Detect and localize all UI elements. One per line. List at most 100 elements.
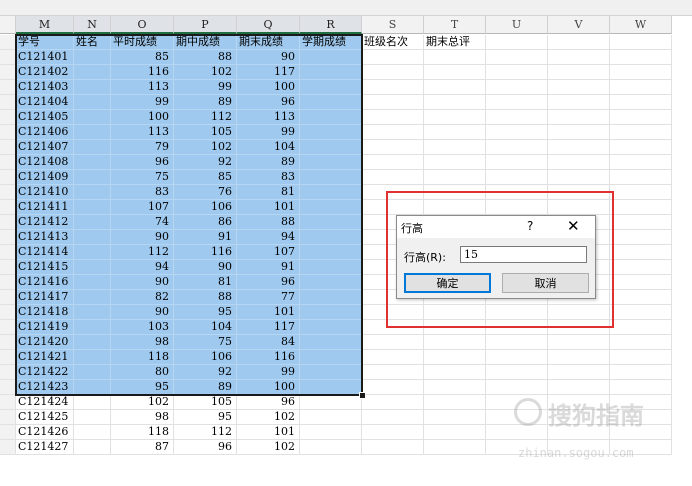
table-cell[interactable]: C121406 (16, 125, 74, 140)
column-header-o[interactable]: O (111, 16, 174, 34)
table-cell[interactable] (300, 440, 362, 455)
table-cell[interactable] (362, 155, 424, 170)
table-cell[interactable]: 101 (237, 200, 300, 215)
table-cell[interactable] (486, 50, 548, 65)
table-cell[interactable] (362, 425, 424, 440)
table-cell[interactable] (74, 320, 111, 335)
row-header[interactable] (0, 260, 16, 275)
table-cell[interactable]: 85 (174, 170, 237, 185)
table-cell[interactable]: 86 (174, 215, 237, 230)
table-cell[interactable] (548, 335, 610, 350)
table-cell[interactable] (300, 65, 362, 80)
row-header[interactable] (0, 395, 16, 410)
table-cell[interactable] (74, 110, 111, 125)
table-cell[interactable]: 100 (237, 80, 300, 95)
table-cell[interactable] (74, 380, 111, 395)
header-cell[interactable]: 平时成绩 (111, 35, 174, 50)
table-cell[interactable] (486, 80, 548, 95)
row-header[interactable] (0, 185, 16, 200)
table-cell[interactable]: C121421 (16, 350, 74, 365)
table-cell[interactable] (300, 425, 362, 440)
table-cell[interactable]: 80 (111, 365, 174, 380)
table-cell[interactable]: 99 (174, 80, 237, 95)
column-header-n[interactable]: N (74, 16, 111, 34)
table-cell[interactable] (610, 80, 672, 95)
header-cell[interactable]: 姓名 (74, 35, 111, 50)
table-cell[interactable] (362, 80, 424, 95)
table-cell[interactable] (486, 125, 548, 140)
table-cell[interactable]: C121427 (16, 440, 74, 455)
table-cell[interactable]: C121414 (16, 245, 74, 260)
row-header[interactable] (0, 230, 16, 245)
table-cell[interactable]: 107 (111, 200, 174, 215)
table-cell[interactable] (548, 380, 610, 395)
select-all-corner[interactable] (0, 16, 16, 34)
row-header[interactable] (0, 95, 16, 110)
table-cell[interactable] (300, 260, 362, 275)
table-cell[interactable]: 95 (174, 305, 237, 320)
table-cell[interactable]: 83 (111, 185, 174, 200)
table-cell[interactable]: 113 (237, 110, 300, 125)
table-cell[interactable] (486, 110, 548, 125)
table-cell[interactable]: C121401 (16, 50, 74, 65)
row-header[interactable] (0, 50, 16, 65)
table-cell[interactable] (300, 95, 362, 110)
table-cell[interactable]: C121408 (16, 155, 74, 170)
table-cell[interactable] (424, 425, 486, 440)
row-header[interactable] (0, 110, 16, 125)
table-cell[interactable] (300, 170, 362, 185)
row-header[interactable] (0, 155, 16, 170)
table-cell[interactable] (424, 350, 486, 365)
row-header[interactable] (0, 350, 16, 365)
table-cell[interactable]: 102 (174, 65, 237, 80)
cancel-button[interactable]: 取消 (502, 273, 589, 293)
table-cell[interactable] (74, 350, 111, 365)
table-cell[interactable] (424, 335, 486, 350)
table-cell[interactable]: 89 (237, 155, 300, 170)
table-cell[interactable]: 107 (237, 245, 300, 260)
table-cell[interactable]: 81 (174, 275, 237, 290)
table-cell[interactable] (362, 140, 424, 155)
table-cell[interactable] (300, 230, 362, 245)
table-cell[interactable] (74, 95, 111, 110)
row-header[interactable] (0, 305, 16, 320)
table-cell[interactable] (300, 110, 362, 125)
table-cell[interactable] (610, 65, 672, 80)
table-cell[interactable]: C121411 (16, 200, 74, 215)
table-cell[interactable] (486, 380, 548, 395)
table-cell[interactable] (610, 245, 672, 260)
row-header[interactable] (0, 440, 16, 455)
help-icon[interactable]: ? (527, 219, 533, 233)
table-cell[interactable]: 81 (237, 185, 300, 200)
table-cell[interactable] (300, 125, 362, 140)
table-cell[interactable] (610, 365, 672, 380)
table-cell[interactable] (300, 305, 362, 320)
table-cell[interactable]: C121407 (16, 140, 74, 155)
row-header[interactable] (0, 365, 16, 380)
table-cell[interactable]: 91 (237, 260, 300, 275)
table-cell[interactable] (300, 335, 362, 350)
table-cell[interactable] (548, 80, 610, 95)
table-cell[interactable]: 90 (111, 275, 174, 290)
table-cell[interactable] (548, 50, 610, 65)
table-cell[interactable] (74, 245, 111, 260)
table-cell[interactable]: C121423 (16, 380, 74, 395)
table-cell[interactable] (300, 215, 362, 230)
table-cell[interactable] (74, 305, 111, 320)
table-cell[interactable] (300, 245, 362, 260)
table-cell[interactable]: 102 (174, 140, 237, 155)
table-cell[interactable]: C121422 (16, 365, 74, 380)
table-cell[interactable]: 104 (237, 140, 300, 155)
table-cell[interactable]: C121403 (16, 80, 74, 95)
table-cell[interactable]: 95 (174, 410, 237, 425)
table-cell[interactable]: C121404 (16, 95, 74, 110)
table-cell[interactable]: 90 (111, 230, 174, 245)
table-cell[interactable] (74, 425, 111, 440)
table-cell[interactable] (300, 395, 362, 410)
table-cell[interactable]: 101 (237, 425, 300, 440)
table-cell[interactable] (486, 335, 548, 350)
table-cell[interactable]: 74 (111, 215, 174, 230)
table-cell[interactable] (300, 365, 362, 380)
table-cell[interactable] (610, 110, 672, 125)
table-cell[interactable] (548, 170, 610, 185)
